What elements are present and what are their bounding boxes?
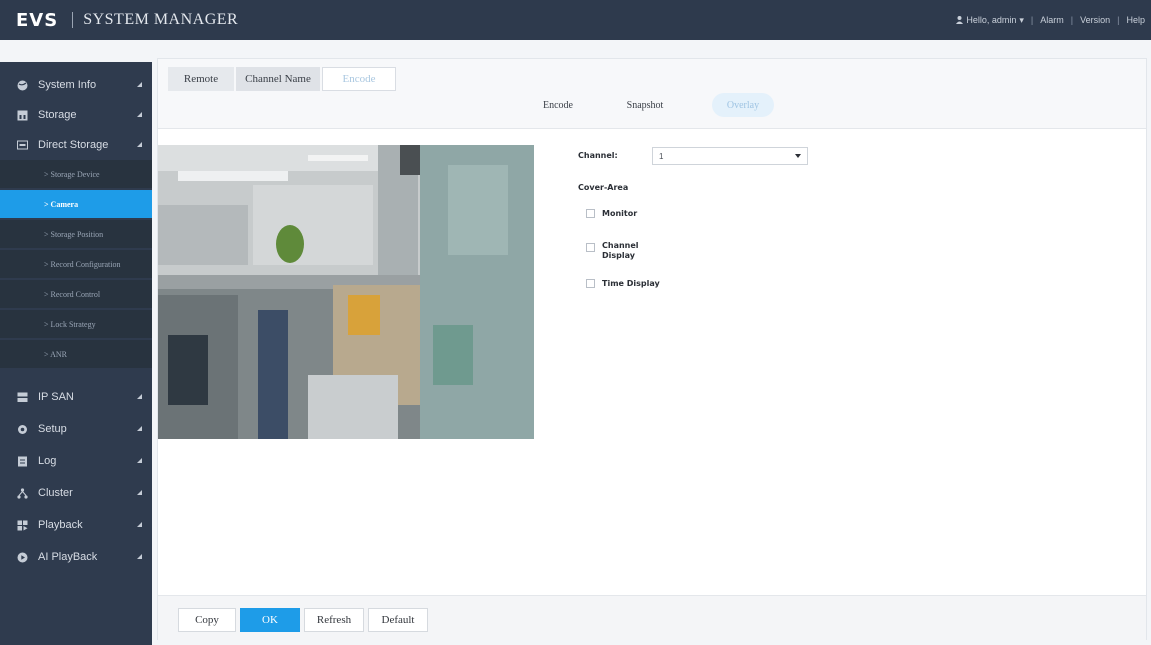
- monitor-checkbox[interactable]: [586, 209, 595, 218]
- version-link[interactable]: Version: [1080, 15, 1110, 25]
- sidebar-subitem-storage-device[interactable]: > Storage Device: [0, 160, 152, 188]
- expand-caret-icon: [137, 490, 142, 495]
- storage-icon: [16, 109, 28, 121]
- chevron-down-icon: ▾: [1019, 14, 1024, 25]
- sidebar-item-label: Cluster: [38, 487, 73, 499]
- sidebar-item-log[interactable]: Log: [0, 446, 152, 476]
- main-panel: Remote Channel Name Encode Encode Snapsh…: [157, 58, 1147, 640]
- channel-label: Channel:: [578, 151, 618, 160]
- default-button[interactable]: Default: [368, 608, 428, 632]
- cover-area-label: Cover-Area: [578, 183, 629, 192]
- cluster-icon: [16, 487, 28, 499]
- expand-caret-icon: [137, 394, 142, 399]
- monitor-checkbox-label: Monitor: [602, 209, 638, 218]
- header-separator: |: [1030, 15, 1034, 25]
- sidebar-item-cluster[interactable]: Cluster: [0, 478, 152, 508]
- ai-playback-icon: [16, 551, 28, 563]
- copy-button[interactable]: Copy: [178, 608, 236, 632]
- user-menu[interactable]: Hello, admin: [966, 15, 1016, 25]
- globe-icon: [16, 79, 28, 91]
- app-root: EVS SYSTEM MANAGER Hello, admin ▾ | Alar…: [0, 0, 1151, 645]
- time-display-checkbox-label: Time Display: [602, 279, 660, 288]
- sidebar-item-playback[interactable]: Playback: [0, 510, 152, 540]
- sidebar-subitem-record-control[interactable]: > Record Control: [0, 280, 152, 308]
- header-separator: |: [1070, 15, 1074, 25]
- sidebar-item-label: IP SAN: [38, 391, 74, 403]
- sidebar-subitem-storage-position[interactable]: > Storage Position: [0, 220, 152, 248]
- subtab-overlay[interactable]: Overlay: [712, 93, 774, 117]
- channel-display-checkbox-label: Channel Display: [602, 241, 639, 260]
- sidebar-item-label: System Info: [38, 79, 97, 91]
- time-display-checkbox[interactable]: [586, 279, 595, 288]
- chevron-down-icon: [795, 154, 801, 158]
- action-bar: Copy OK Refresh Default: [158, 595, 1146, 640]
- sidebar-item-label: Setup: [38, 423, 67, 435]
- expand-caret-icon: [137, 82, 142, 87]
- tab-channel-name[interactable]: Channel Name: [236, 67, 320, 91]
- brand-logo: EVS: [16, 9, 59, 31]
- sidebar-subitem-record-configuration[interactable]: > Record Configuration: [0, 250, 152, 278]
- tab-remote[interactable]: Remote: [168, 67, 234, 91]
- camera-preview[interactable]: [158, 145, 534, 439]
- expand-caret-icon: [137, 142, 142, 147]
- header-separator: |: [1117, 15, 1120, 25]
- sidebar-item-label: AI PlayBack: [38, 551, 98, 563]
- sidebar-subitem-camera[interactable]: > Camera: [0, 190, 152, 218]
- sidebar-item-setup[interactable]: Setup: [0, 414, 152, 444]
- log-icon: [16, 455, 28, 467]
- user-icon: [956, 16, 964, 24]
- sidebar-item-label: Playback: [38, 519, 83, 531]
- sidebar: System Info Storage Direct Storage > Sto…: [0, 62, 152, 645]
- tabs-bar: Remote Channel Name Encode Encode Snapsh…: [158, 59, 1146, 129]
- expand-caret-icon: [137, 112, 142, 117]
- playback-icon: [16, 519, 28, 531]
- gear-icon: [16, 423, 28, 435]
- subtab-encode[interactable]: Encode: [532, 93, 584, 117]
- header-divider: [72, 12, 74, 28]
- expand-caret-icon: [137, 458, 142, 463]
- sidebar-item-storage[interactable]: Storage: [0, 100, 152, 130]
- channel-select[interactable]: 1: [652, 147, 808, 165]
- sidebar-item-label: Direct Storage: [38, 139, 109, 151]
- sidebar-item-ip-san[interactable]: IP SAN: [0, 382, 152, 412]
- expand-caret-icon: [137, 522, 142, 527]
- tab-encode[interactable]: Encode: [322, 67, 396, 91]
- subtab-snapshot[interactable]: Snapshot: [614, 93, 676, 117]
- alarm-link[interactable]: Alarm: [1040, 15, 1064, 25]
- expand-caret-icon: [137, 426, 142, 431]
- top-header: EVS SYSTEM MANAGER Hello, admin ▾ | Alar…: [0, 0, 1151, 40]
- sidebar-item-label: Log: [38, 455, 57, 467]
- app-title: SYSTEM MANAGER: [83, 11, 239, 28]
- header-links: Hello, admin ▾ | Alarm | Version | Help: [956, 0, 1145, 40]
- direct-storage-icon: [16, 139, 28, 151]
- ip-san-icon: [16, 391, 28, 403]
- sidebar-subitem-anr[interactable]: > ANR: [0, 340, 152, 368]
- channel-display-checkbox[interactable]: [586, 243, 595, 252]
- refresh-button[interactable]: Refresh: [304, 608, 364, 632]
- channel-select-value: 1: [659, 151, 664, 161]
- sidebar-item-ai-playback[interactable]: AI PlayBack: [0, 542, 152, 572]
- sidebar-item-system-info[interactable]: System Info: [0, 70, 152, 100]
- ok-button[interactable]: OK: [240, 608, 300, 632]
- help-link[interactable]: Help: [1126, 15, 1145, 25]
- sidebar-subitem-lock-strategy[interactable]: > Lock Strategy: [0, 310, 152, 338]
- expand-caret-icon: [137, 554, 142, 559]
- sidebar-item-label: Storage: [38, 109, 77, 121]
- sidebar-item-direct-storage[interactable]: Direct Storage: [0, 130, 152, 160]
